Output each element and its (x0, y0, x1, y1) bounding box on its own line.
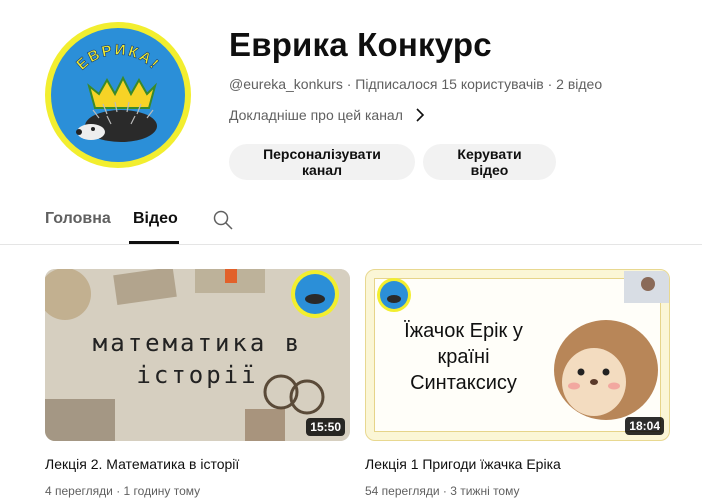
manage-videos-button[interactable]: Керувати відео (423, 144, 556, 180)
video-title[interactable]: Лекція 2. Математика в історії (45, 456, 350, 472)
video-thumbnail[interactable]: Їжачок Ерік у країні Синтаксису 18:04 (365, 269, 670, 441)
subscriber-count: Підписалося 15 користувачів (355, 76, 544, 92)
channel-meta: @eureka_konkurs · Підписалося 15 користу… (229, 76, 602, 92)
tab-home[interactable]: Головна (45, 210, 111, 228)
meta-separator: · (342, 76, 356, 92)
about-channel-label: Докладніше про цей канал (229, 107, 403, 123)
thumbnail-text-line: історії (136, 361, 259, 389)
avatar-logo: ЕВРИКА! (51, 28, 185, 162)
tab-videos[interactable]: Відео (133, 210, 178, 228)
video-thumbnail[interactable]: математика в історії 15:50 (45, 269, 350, 441)
active-tab-indicator (129, 241, 179, 244)
thumbnail-text-line: Їжачок Ерік у (404, 320, 523, 342)
video-title[interactable]: Лекція 1 Пригоди їжачка Еріка (365, 456, 670, 472)
video-meta: 4 перегляди · 1 годину тому (45, 484, 350, 498)
thumbnail-text-line: математика в (92, 329, 303, 357)
thumbnail-text-line: Синтаксису (410, 372, 517, 394)
meta-separator: · (112, 484, 124, 498)
video-card[interactable]: математика в історії 15:50 Лекція 2. Мат… (45, 269, 350, 498)
video-duration: 15:50 (306, 418, 345, 436)
view-count: 4 перегляди (45, 484, 113, 498)
meta-separator: · (543, 76, 557, 92)
upload-age: 3 тижні тому (450, 484, 520, 498)
customize-channel-button[interactable]: Персоналізувати канал (229, 144, 415, 180)
video-count: 2 відео (556, 76, 603, 92)
about-channel-link[interactable]: Докладніше про цей канал (229, 107, 425, 123)
thumbnail-text-line: країні (437, 346, 490, 368)
search-button[interactable] (212, 209, 234, 236)
video-duration: 18:04 (625, 417, 664, 435)
video-card[interactable]: Їжачок Ерік у країні Синтаксису 18:04 Ле… (365, 269, 670, 498)
svg-text:ЕВРИКА!: ЕВРИКА! (73, 41, 163, 73)
upload-age: 1 годину тому (123, 484, 201, 498)
view-count: 54 перегляди (365, 484, 440, 498)
video-meta: 54 перегляди · 3 тижні тому (365, 484, 670, 498)
channel-tabs: Головна Відео (0, 198, 702, 245)
channel-avatar[interactable]: ЕВРИКА! (45, 22, 191, 168)
search-icon (213, 210, 233, 230)
channel-handle: @eureka_konkurs (229, 76, 343, 92)
channel-title: Еврика Конкурс (229, 26, 492, 63)
chevron-right-icon (416, 108, 425, 122)
meta-separator: · (439, 484, 451, 498)
avatar-logo-text: ЕВРИКА! (73, 41, 161, 74)
